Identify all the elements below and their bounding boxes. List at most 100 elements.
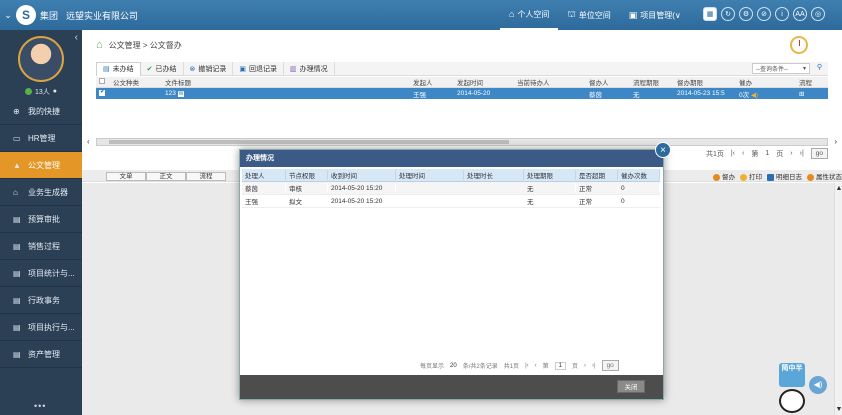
sidebar-item-documents[interactable]: ▲ 公文管理 [0, 152, 82, 179]
list-icon: ▤ [103, 66, 110, 73]
scroll-left-icon[interactable]: ‹ [87, 137, 90, 146]
prev-page-icon[interactable]: ‹ [742, 150, 744, 157]
avatar[interactable] [18, 36, 64, 82]
row-start-time: 2014-05-20 [457, 90, 491, 97]
sidebar-item-budget[interactable]: ▤ 预算审批 [0, 206, 82, 233]
column-header[interactable]: 催办 [736, 77, 796, 87]
column-header[interactable]: 流程 [796, 77, 826, 87]
sidebar-item-label: 行政事务 [28, 295, 60, 305]
column-header[interactable]: 发起人 [410, 77, 454, 87]
sidebar-item-label: 我的快捷 [28, 106, 60, 116]
print-icon [740, 173, 747, 181]
detail-tab-flow[interactable]: 流程 [186, 172, 226, 181]
sidebar-item-shortcuts[interactable]: ⊕ 我的快捷 [0, 98, 82, 125]
more-icon[interactable]: ••• [34, 401, 46, 411]
group-label[interactable]: 集团 [40, 9, 58, 22]
nav-unit-space[interactable]: ⛫ 单位空间 [558, 0, 619, 30]
detail-tab-form[interactable]: 文单 [106, 172, 146, 181]
help-icon[interactable]: ◎ [811, 7, 825, 21]
search-icon[interactable]: ⚲ [814, 63, 825, 74]
last-page-icon[interactable]: ›| [592, 363, 596, 369]
table-row[interactable]: 蔡茵 审核 2014-05-20 15:20 无 正常 0 [242, 182, 660, 195]
table-row[interactable]: 王强 拟文 2014-05-20 15:20 无 正常 0 [242, 195, 660, 208]
online-users[interactable]: 13人 ● [13, 85, 69, 98]
detail-tab-body[interactable]: 正文 [146, 172, 186, 181]
tab-unfinished[interactable]: ▤ 未办结 [96, 61, 141, 76]
column-header[interactable]: 督办期限 [674, 77, 736, 87]
column-header: 收到时间 [328, 170, 396, 180]
scroll-right-icon[interactable]: › [834, 137, 837, 146]
scroll-thumb[interactable] [109, 140, 509, 144]
close-icon[interactable]: × [655, 142, 671, 158]
supervise-icon [713, 173, 720, 181]
property-status-button[interactable]: 属性状态 [807, 171, 842, 181]
table-row[interactable]: 123 W 王强 2014-05-20 蔡茵 无 2014-05-23 15:5… [96, 88, 828, 99]
last-page-icon[interactable]: ›| [800, 150, 804, 157]
row-urge[interactable]: 0次 ◀) [736, 89, 796, 99]
nav-project-management[interactable]: ▣ 项目管理(∨ [620, 0, 690, 30]
row-checkbox[interactable] [96, 89, 110, 98]
column-header[interactable]: 督办人 [586, 77, 630, 87]
ime-widget[interactable]: 简中半 [779, 363, 805, 413]
sidebar-item-project-execution[interactable]: ▤ 项目执行与... [0, 314, 82, 341]
cell-handler: 蔡茵 [242, 183, 286, 193]
sidebar-item-hr[interactable]: ▭ HR管理 [0, 125, 82, 152]
column-header[interactable]: 公文种类 [110, 77, 162, 87]
scroll-up-icon[interactable]: ▲ [835, 185, 842, 192]
first-page-icon[interactable]: |‹ [525, 363, 529, 369]
go-button[interactable]: go [601, 360, 619, 371]
tab-return-records[interactable]: ▣ 回退记录 [233, 61, 284, 76]
supervise-button[interactable]: 督办 [713, 171, 735, 181]
horizontal-scrollbar[interactable]: ‹ › [87, 137, 837, 146]
info-icon[interactable]: i [775, 7, 789, 21]
grid-icon[interactable]: ▦ [703, 7, 717, 21]
nav-personal-space[interactable]: ⌂ 个人空间 [500, 0, 559, 30]
page-input[interactable]: 1 [554, 361, 566, 370]
font-size-icon[interactable]: AA [793, 7, 807, 21]
home-icon[interactable]: ⌂ [96, 39, 103, 51]
per-page-label: 每页显示 [420, 364, 445, 370]
page-input[interactable]: 1 [765, 150, 769, 157]
column-header[interactable]: 文件标题 [162, 77, 410, 87]
sidebar-item-sales[interactable]: ▤ 销售过程 [0, 233, 82, 260]
next-page-icon[interactable]: › [790, 150, 792, 157]
link-icon[interactable]: ⊘ [757, 7, 771, 21]
go-button[interactable]: go [810, 148, 828, 159]
clock-icon[interactable] [790, 36, 808, 54]
urge-icon[interactable]: ◀) [751, 92, 758, 99]
first-page-icon[interactable]: |‹ [731, 150, 735, 157]
select-all-checkbox[interactable] [96, 78, 110, 86]
document-grid: 公文种类 文件标题 发起人 发起时间 当前待办人 督办人 流程期限 督办期限 催… [96, 77, 828, 99]
refresh-icon[interactable]: ↻ [721, 7, 735, 21]
column-header[interactable]: 发起时间 [454, 77, 514, 87]
next-page-icon[interactable]: › [584, 363, 586, 369]
cell-overdue: 正常 [576, 183, 618, 193]
tab-handling-status[interactable]: ▥ 办理情况 [284, 61, 335, 76]
menu-chevron-icon[interactable]: ⌄ [0, 10, 16, 21]
sidebar-item-business-generator[interactable]: ⌂ 业务生成器 [0, 179, 82, 206]
top-bar: ⌄ S 集团 远望实业有限公司 ⌂ 个人空间 ⛫ 单位空间 ▣ 项目管理(∨ ▦… [0, 0, 842, 30]
tab-cancel-records[interactable]: ⊗ 撤销记录 [184, 61, 234, 76]
print-button[interactable]: 打印 [740, 171, 762, 181]
column-header[interactable]: 流程期限 [630, 77, 674, 87]
scroll-down-icon[interactable]: ▼ [835, 406, 842, 413]
detail-log-button[interactable]: 明细日志 [767, 171, 802, 181]
cell-overdue: 正常 [576, 196, 618, 206]
per-page-select[interactable]: 20 [450, 363, 457, 369]
settings-icon[interactable]: ⚙ [739, 7, 753, 21]
sidebar-item-admin[interactable]: ▤ 行政事务 [0, 287, 82, 314]
page-prefix: 第 [751, 150, 759, 158]
column-header: 处理人 [242, 170, 286, 180]
close-button[interactable]: 关闭 [617, 380, 645, 393]
query-condition-select[interactable]: --查询条件-- ▾ [752, 63, 810, 74]
prev-page-icon[interactable]: ‹ [535, 363, 537, 369]
column-header[interactable]: 当前待办人 [514, 77, 586, 87]
sidebar-item-assets[interactable]: ▤ 资产管理 [0, 341, 82, 368]
row-title[interactable]: 123 W [162, 90, 410, 97]
collapse-sidebar-icon[interactable]: ‹ [75, 32, 78, 43]
speaker-icon[interactable]: ◀) [809, 376, 827, 394]
vertical-scrollbar[interactable]: ▲ ▼ [834, 183, 842, 415]
sidebar-item-project-stats[interactable]: ▤ 项目统计与... [0, 260, 82, 287]
tab-finished[interactable]: ✔ 已办结 [141, 61, 184, 76]
flow-icon[interactable]: ⊞ [796, 90, 826, 98]
